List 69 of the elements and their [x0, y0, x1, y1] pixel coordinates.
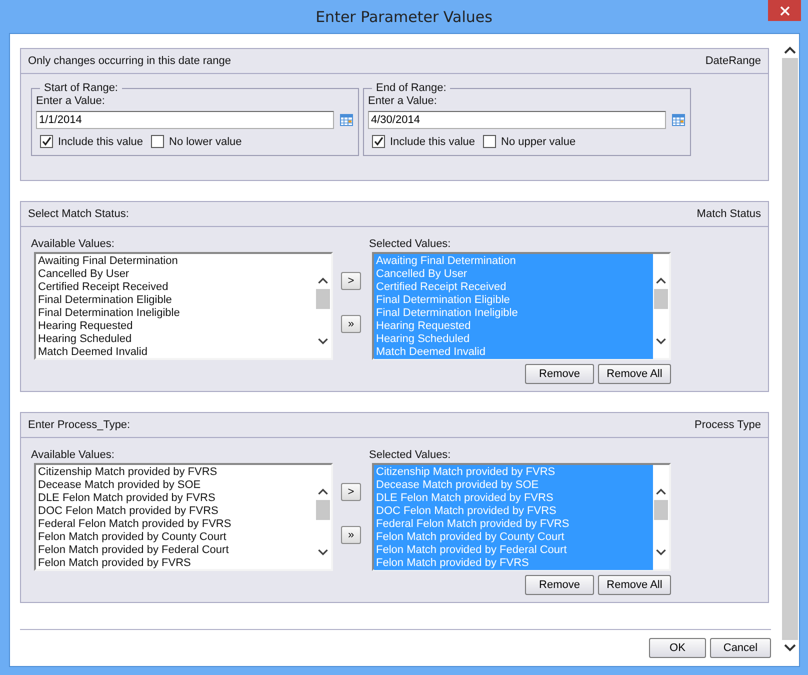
- list-label: Available Values:: [31, 237, 116, 252]
- list-item[interactable]: Felon Match provided by County Court: [36, 531, 315, 544]
- checkbox-label: Include this value: [58, 136, 143, 148]
- parameter-prompt: Select Match Status:: [28, 208, 129, 220]
- list-item[interactable]: Federal Felon Match provided by FVRS: [36, 518, 315, 531]
- remove-button[interactable]: Remove All: [598, 364, 671, 384]
- list-item[interactable]: Decease Match provided by SOE: [36, 479, 315, 492]
- scroll-down-icon[interactable]: [655, 548, 667, 557]
- list-box[interactable]: Awaiting Final Determination Cancelled By User Certified Receipt Received Final Determination Eligible Final Determination Ineligible Hearing Requested Hearing Scheduled Match Deemed Invalid: [34, 252, 333, 360]
- checkbox-label: No lower value: [169, 136, 242, 148]
- scroll-thumb[interactable]: [654, 289, 668, 309]
- field-label: Enter a Value:: [368, 94, 438, 109]
- scroll-thumb[interactable]: [316, 500, 330, 520]
- dialog-button[interactable]: OK: [649, 638, 706, 658]
- window-title: Enter Parameter Values: [316, 8, 492, 26]
- scroll-down-icon[interactable]: [317, 548, 329, 557]
- parameter-name: Match Status: [696, 208, 761, 220]
- scroll-up-icon[interactable]: [317, 276, 329, 285]
- list-label: Selected Values:: [369, 448, 452, 463]
- list-item[interactable]: Awaiting Final Determination: [36, 255, 315, 268]
- list-item[interactable]: Felon Match provided by Federal Court: [36, 544, 315, 557]
- calendar-icon[interactable]: [340, 114, 353, 126]
- scroll-up-icon[interactable]: [655, 487, 667, 496]
- list-item[interactable]: Match Deemed Invalid: [36, 346, 315, 359]
- scroll-up-icon[interactable]: [317, 487, 329, 496]
- group-label: Start of Range:: [43, 82, 119, 94]
- add-button[interactable]: »: [341, 315, 361, 333]
- add-button[interactable]: >: [341, 272, 361, 290]
- date-field[interactable]: 1/1/2014: [36, 111, 334, 129]
- add-button[interactable]: >: [341, 483, 361, 501]
- calendar-icon[interactable]: [672, 114, 685, 126]
- field-label: Enter a Value:: [36, 94, 106, 109]
- scroll-thumb[interactable]: [654, 500, 668, 520]
- list-item[interactable]: Final Determination Ineligible: [36, 307, 315, 320]
- parameter-name: Process Type: [694, 419, 761, 431]
- checkbox-label: Include this value: [390, 136, 475, 148]
- remove-button[interactable]: Remove All: [598, 575, 671, 595]
- add-button[interactable]: »: [341, 526, 361, 544]
- dialog-button[interactable]: Cancel: [710, 638, 771, 658]
- scroll-down-icon[interactable]: [317, 337, 329, 346]
- list-item[interactable]: Hearing Requested: [36, 320, 315, 333]
- list-item[interactable]: Felon Match provided by FVRS: [36, 557, 315, 570]
- list-item[interactable]: Final Determination Eligible: [36, 294, 315, 307]
- close-button[interactable]: [768, 0, 801, 21]
- remove-button[interactable]: Remove: [525, 364, 594, 384]
- parameter-name: DateRange: [705, 55, 761, 67]
- list-item[interactable]: DLE Felon Match provided by FVRS: [36, 492, 315, 505]
- list-item[interactable]: Hearing Scheduled: [36, 333, 315, 346]
- list-item[interactable]: DOC Felon Match provided by FVRS: [36, 505, 315, 518]
- scroll-up-icon[interactable]: [655, 276, 667, 285]
- scroll-thumb[interactable]: [316, 289, 330, 309]
- parameter-prompt: Enter Process_Type:: [28, 419, 130, 431]
- date-field[interactable]: 4/30/2014: [368, 111, 666, 129]
- checkbox[interactable]: [40, 135, 53, 148]
- scroll-down-icon[interactable]: [655, 337, 667, 346]
- close-icon: [780, 6, 790, 16]
- list-item[interactable]: Citizenship Match provided by FVRS: [36, 466, 315, 479]
- list-item[interactable]: Cancelled By User: [36, 268, 315, 281]
- group-label: End of Range:: [375, 82, 448, 94]
- list-item[interactable]: Certified Receipt Received: [36, 281, 315, 294]
- parameter-prompt: Only changes occurring in this date range: [28, 55, 232, 67]
- checkbox[interactable]: [151, 135, 164, 148]
- list-label: Selected Values:: [369, 237, 452, 252]
- checkbox[interactable]: [483, 135, 496, 148]
- remove-button[interactable]: Remove: [525, 575, 594, 595]
- checkbox[interactable]: [372, 135, 385, 148]
- list-box[interactable]: [34, 463, 333, 571]
- list-label: Available Values:: [31, 448, 116, 463]
- checkbox-label: No upper value: [501, 136, 576, 148]
